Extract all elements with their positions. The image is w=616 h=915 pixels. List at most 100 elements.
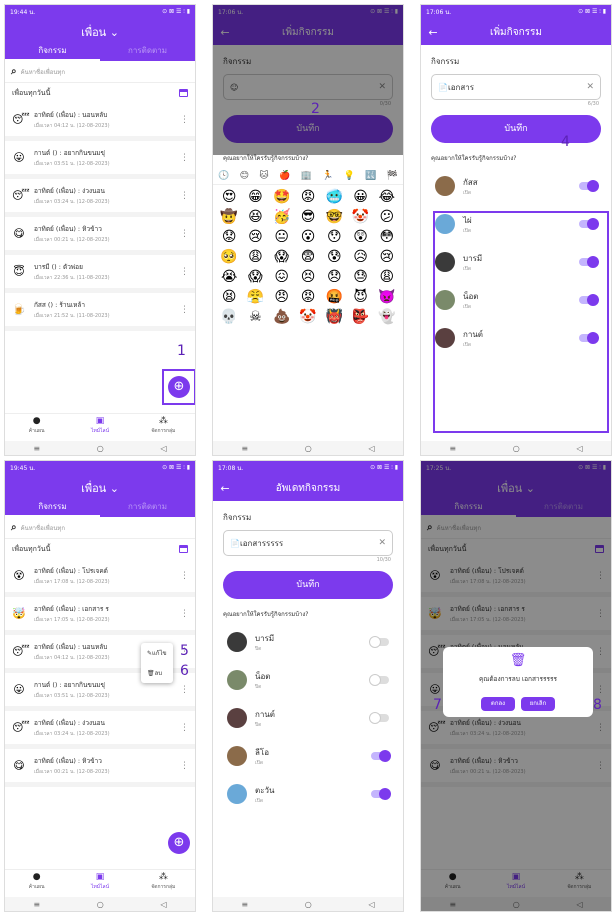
- emoji-key[interactable]: 😖: [270, 269, 294, 285]
- cancel-button[interactable]: ยกเลิก: [521, 697, 555, 711]
- page-title[interactable]: เพื่อน ⌄: [5, 475, 195, 495]
- home-icon[interactable]: ○: [305, 444, 312, 453]
- more-icon[interactable]: ⋮: [180, 685, 189, 695]
- emoji-key[interactable]: 🤓: [322, 209, 346, 225]
- menu-icon[interactable]: ≡: [241, 444, 248, 453]
- emoji-key[interactable]: 😁: [243, 189, 267, 205]
- list-item[interactable]: 😴 อาทิตย์ (เพื่อน) : นอนหลับเมื่อเวลา 04:…: [5, 103, 195, 141]
- emoji-key[interactable]: 💩: [270, 309, 294, 325]
- activity-input[interactable]: 📄เอกสารรรรร ✕: [223, 530, 393, 556]
- calendar-icon[interactable]: [179, 545, 188, 553]
- clear-icon[interactable]: ✕: [586, 82, 594, 92]
- emoji-tab[interactable]: 🍎: [279, 171, 290, 181]
- back-icon[interactable]: ◁: [576, 444, 582, 453]
- menu-icon[interactable]: ≡: [33, 444, 40, 453]
- emoji-tab[interactable]: 🔣: [365, 171, 376, 181]
- emoji-key[interactable]: 🥺: [217, 249, 241, 265]
- emoji-key[interactable]: 😢: [375, 249, 399, 265]
- more-icon[interactable]: ⋮: [180, 115, 189, 125]
- more-icon[interactable]: ⋮: [180, 723, 189, 733]
- list-item[interactable]: 😵 อาทิตย์ (เพื่อน) : โปรเจคต์ เมื่อเวลา 17…: [5, 559, 195, 597]
- emoji-tab[interactable]: 🏁: [387, 171, 398, 181]
- emoji-key[interactable]: 🤬: [322, 289, 346, 305]
- nav-item-c[interactable]: ⁂ จัดการกลุ่ม: [132, 870, 195, 895]
- emoji-key[interactable]: 👺: [348, 309, 372, 325]
- home-icon[interactable]: ○: [305, 900, 312, 909]
- list-item[interactable]: 🍺 กัสส () : ร้านเหล้า เมื่อเวลา 21:52 น. (…: [5, 293, 195, 331]
- visibility-toggle[interactable]: [369, 636, 389, 648]
- emoji-key[interactable]: 😕: [375, 209, 399, 225]
- list-item[interactable]: 😋 อาทิตย์ (เพื่อน) : หิวข้าว เมื่อเวลา 00:…: [5, 749, 195, 787]
- visibility-toggle[interactable]: [371, 788, 391, 800]
- emoji-key[interactable]: 👻: [375, 309, 399, 325]
- more-icon[interactable]: ⋮: [180, 305, 189, 315]
- emoji-key[interactable]: 🤡: [348, 209, 372, 225]
- activity-input[interactable]: 📄เอกสาร ✕: [431, 74, 601, 100]
- list-item[interactable]: 😴 อาทิตย์ (เพื่อน) : ง่วงนอน เมื่อเวลา 03:…: [5, 179, 195, 217]
- emoji-key[interactable]: 😥: [348, 249, 372, 265]
- search-bar[interactable]: ⌕ ค้นหาชื่อเพื่อนทุก: [5, 61, 195, 83]
- search-input[interactable]: ค้นหาชื่อเพื่อนทุก: [21, 67, 65, 77]
- emoji-key[interactable]: 🤩: [270, 189, 294, 205]
- search-input[interactable]: ค้นหาชื่อเพื่อนทุก: [21, 523, 65, 533]
- more-icon[interactable]: ⋮: [180, 609, 189, 619]
- back-icon[interactable]: ◁: [160, 444, 166, 453]
- visibility-toggle[interactable]: [579, 180, 599, 192]
- delete-menu-item[interactable]: 🗑 ลบ: [141, 663, 173, 683]
- nav-item-b[interactable]: ▣ ไทม์ไลน์: [68, 870, 131, 895]
- calendar-icon[interactable]: [179, 89, 188, 97]
- page-title[interactable]: เพื่อน ⌄: [5, 19, 195, 39]
- home-icon[interactable]: ○: [97, 900, 104, 909]
- list-item[interactable]: 🤯 อาทิตย์ (เพื่อน) : เอกสาร รเมื่อเวลา 17…: [5, 597, 195, 635]
- emoji-tab[interactable]: 🏃: [322, 171, 333, 181]
- emoji-key[interactable]: 👿: [375, 289, 399, 305]
- emoji-key[interactable]: 😮: [296, 229, 320, 245]
- emoji-key[interactable]: 😀: [348, 189, 372, 205]
- emoji-key[interactable]: 😞: [322, 269, 346, 285]
- emoji-key[interactable]: 😆: [243, 209, 267, 225]
- emoji-key[interactable]: 😢: [243, 229, 267, 245]
- emoji-key[interactable]: 🥳: [270, 209, 294, 225]
- emoji-key[interactable]: 😎: [296, 209, 320, 225]
- emoji-key[interactable]: 😠: [270, 289, 294, 305]
- nav-item-b[interactable]: ▣ ไทม์ไลน์: [68, 414, 131, 439]
- emoji-key[interactable]: 😟: [217, 229, 241, 245]
- emoji-key[interactable]: 😣: [296, 269, 320, 285]
- list-item[interactable]: 😛 กานต์ () : อยากกินขนมขุ่เมื่อเวลา 03:51…: [5, 141, 195, 179]
- list-item[interactable]: 😴 อาทิตย์ (เพื่อน) : ง่วงนอน เมื่อเวลา 03:…: [5, 711, 195, 749]
- back-arrow-icon[interactable]: ←: [213, 482, 237, 495]
- emoji-tab[interactable]: 😊: [240, 171, 249, 181]
- emoji-key[interactable]: 😡: [296, 189, 320, 205]
- confirm-button[interactable]: ตกลง: [481, 697, 515, 711]
- emoji-key[interactable]: 😱: [243, 269, 267, 285]
- emoji-key[interactable]: 🥶: [322, 189, 346, 205]
- edit-menu-item[interactable]: ✎ แก้ไข: [141, 643, 173, 663]
- emoji-key[interactable]: 💀: [217, 309, 241, 325]
- emoji-key[interactable]: 😨: [296, 249, 320, 265]
- home-icon[interactable]: ○: [513, 444, 520, 453]
- back-arrow-icon[interactable]: ←: [421, 26, 445, 39]
- emoji-key[interactable]: 🤠: [217, 209, 241, 225]
- emoji-key[interactable]: 😐: [270, 229, 294, 245]
- emoji-key[interactable]: 😂: [375, 189, 399, 205]
- nav-item-c[interactable]: ⁂ จัดการกลุ่ม: [132, 414, 195, 439]
- emoji-key[interactable]: 😲: [348, 229, 372, 245]
- more-icon[interactable]: ⋮: [180, 761, 189, 771]
- menu-icon[interactable]: ≡: [33, 900, 40, 909]
- add-activity-button[interactable]: ⊕: [168, 832, 190, 854]
- emoji-key[interactable]: 😓: [348, 269, 372, 285]
- emoji-tab[interactable]: 🕓: [218, 171, 229, 181]
- menu-icon[interactable]: ≡: [449, 444, 456, 453]
- back-icon[interactable]: ◁: [368, 444, 374, 453]
- emoji-key[interactable]: 😩: [375, 269, 399, 285]
- emoji-key[interactable]: 👹: [322, 309, 346, 325]
- emoji-key[interactable]: 😳: [375, 229, 399, 245]
- home-icon[interactable]: ○: [97, 444, 104, 453]
- tab-activities[interactable]: กิจกรรม: [5, 39, 100, 61]
- emoji-key[interactable]: 😫: [217, 289, 241, 305]
- emoji-key[interactable]: 😯: [322, 229, 346, 245]
- visibility-toggle[interactable]: [369, 674, 389, 686]
- emoji-key[interactable]: 😩: [243, 249, 267, 265]
- emoji-key[interactable]: 😰: [322, 249, 346, 265]
- emoji-key[interactable]: 😭: [217, 269, 241, 285]
